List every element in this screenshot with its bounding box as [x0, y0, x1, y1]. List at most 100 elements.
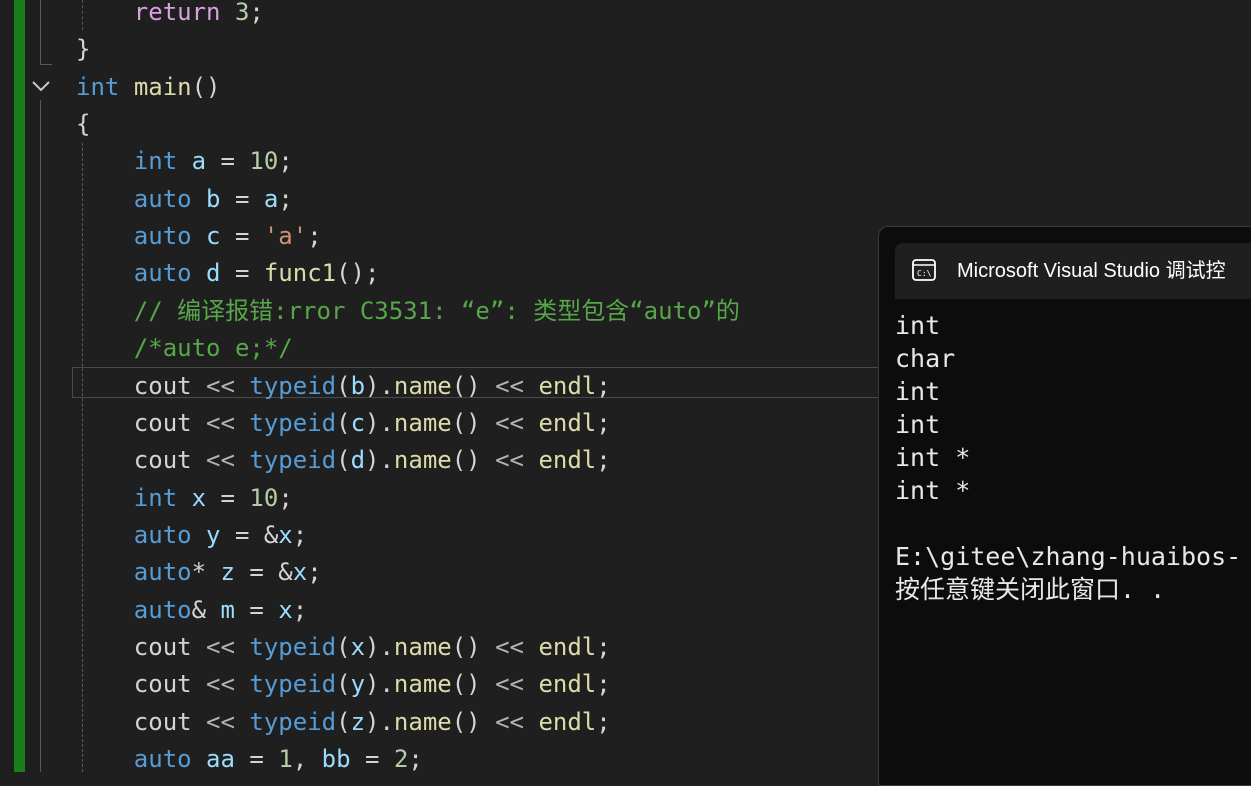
code-line[interactable]: cout << typeid(b).name() << endl;: [76, 368, 611, 405]
code-line[interactable]: auto aa = 1, bb = 2;: [76, 741, 423, 778]
code-token: (: [336, 632, 351, 661]
code-token: ;: [408, 745, 423, 773]
code-line[interactable]: // 编译报错:rror C3531: “e”: 类型包含“auto”的: [76, 293, 740, 330]
code-line[interactable]: auto b = a;: [76, 181, 293, 218]
code-token: z: [220, 558, 235, 587]
code-token: ;: [596, 446, 611, 475]
code-line[interactable]: {: [76, 106, 90, 143]
code-token: <<: [206, 446, 235, 475]
code-token: ;: [249, 0, 264, 26]
code-token: cout: [133, 707, 207, 736]
code-token: aa: [206, 745, 235, 773]
code-line[interactable]: auto d = func1();: [76, 255, 380, 292]
code-token: return: [133, 0, 221, 26]
code-line[interactable]: auto& m = x;: [76, 592, 307, 629]
code-line[interactable]: auto y = &x;: [76, 517, 307, 554]
code-token: 1: [278, 745, 293, 773]
code-token: =: [234, 745, 279, 773]
code-line[interactable]: int x = 10;: [76, 480, 293, 517]
code-token: {: [76, 110, 91, 139]
code-token: int: [133, 147, 178, 176]
code-token: (): [451, 371, 496, 400]
code-token: /*auto e;*/: [133, 334, 293, 363]
indent-guide: [40, 0, 41, 64]
code-token: cout: [133, 408, 207, 437]
code-token: <<: [206, 632, 235, 661]
code-token: x: [350, 632, 366, 661]
code-token: typeid: [249, 371, 337, 400]
code-token: name: [393, 670, 452, 699]
code-token: auto: [133, 558, 192, 587]
code-token: 10: [249, 483, 279, 512]
code-line[interactable]: auto* z = &x;: [76, 554, 322, 591]
console-output-line: int: [895, 410, 941, 439]
code-token: ).: [365, 446, 394, 475]
code-token: x: [278, 595, 293, 624]
code-token: cout: [133, 446, 207, 475]
code-token: <<: [206, 707, 235, 736]
code-line[interactable]: cout << typeid(c).name() << endl;: [76, 405, 611, 442]
code-token: y: [206, 520, 221, 549]
code-token: typeid: [249, 707, 337, 736]
code-token: auto: [133, 520, 192, 549]
code-token: (): [451, 446, 496, 475]
code-line[interactable]: }: [76, 31, 90, 68]
svg-text:C:\: C:\: [917, 269, 932, 278]
code-token: ).: [365, 371, 394, 400]
console-title: Microsoft Visual Studio 调试控: [957, 260, 1226, 282]
debug-console-window[interactable]: C:\ Microsoft Visual Studio 调试控 int char i…: [878, 226, 1251, 786]
code-token: 3: [234, 0, 250, 26]
code-line[interactable]: auto c = 'a';: [76, 218, 322, 255]
code-token: ;: [307, 222, 322, 251]
code-token: (: [336, 707, 351, 736]
code-line[interactable]: return 3;: [76, 0, 264, 31]
code-token: <<: [495, 371, 524, 400]
code-line[interactable]: cout << typeid(d).name() << endl;: [76, 442, 611, 479]
code-line[interactable]: /*auto e;*/: [76, 330, 293, 367]
code-token: c: [350, 408, 366, 437]
console-output-line: 按任意键关闭此窗口. .: [895, 575, 1166, 604]
code-token: =: [220, 222, 264, 251]
code-token: <<: [495, 408, 524, 437]
console-output-line: char: [895, 344, 956, 373]
code-line[interactable]: cout << typeid(z).name() << endl;: [76, 704, 611, 741]
code-line[interactable]: int main(): [76, 69, 221, 106]
code-line[interactable]: int a = 10;: [76, 143, 293, 180]
code-token: // 编译报错:rror C3531: “e”: 类型包含“auto”的: [133, 296, 740, 325]
code-token: ).: [365, 670, 394, 699]
code-token: 2: [393, 745, 409, 773]
block-end-marker: [40, 64, 52, 65]
code-token: ;: [596, 408, 611, 437]
code-token: =: [350, 745, 394, 773]
console-output-line: E:\gitee\zhang-huaibos-: [895, 542, 1242, 571]
code-token: endl: [538, 632, 597, 661]
change-tracking-bar: [14, 0, 25, 772]
code-token: <<: [206, 408, 235, 437]
code-line[interactable]: cout << typeid(x).name() << endl;: [76, 629, 611, 666]
code-token: auto: [133, 595, 192, 624]
code-token: =: [234, 595, 279, 624]
code-token: d: [206, 259, 221, 288]
code-token: ;: [292, 520, 308, 549]
code-line[interactable]: cout << typeid(y).name() << endl;: [76, 666, 611, 703]
chevron-down-icon[interactable]: [30, 76, 52, 96]
console-titlebar[interactable]: C:\ Microsoft Visual Studio 调试控: [895, 243, 1251, 299]
